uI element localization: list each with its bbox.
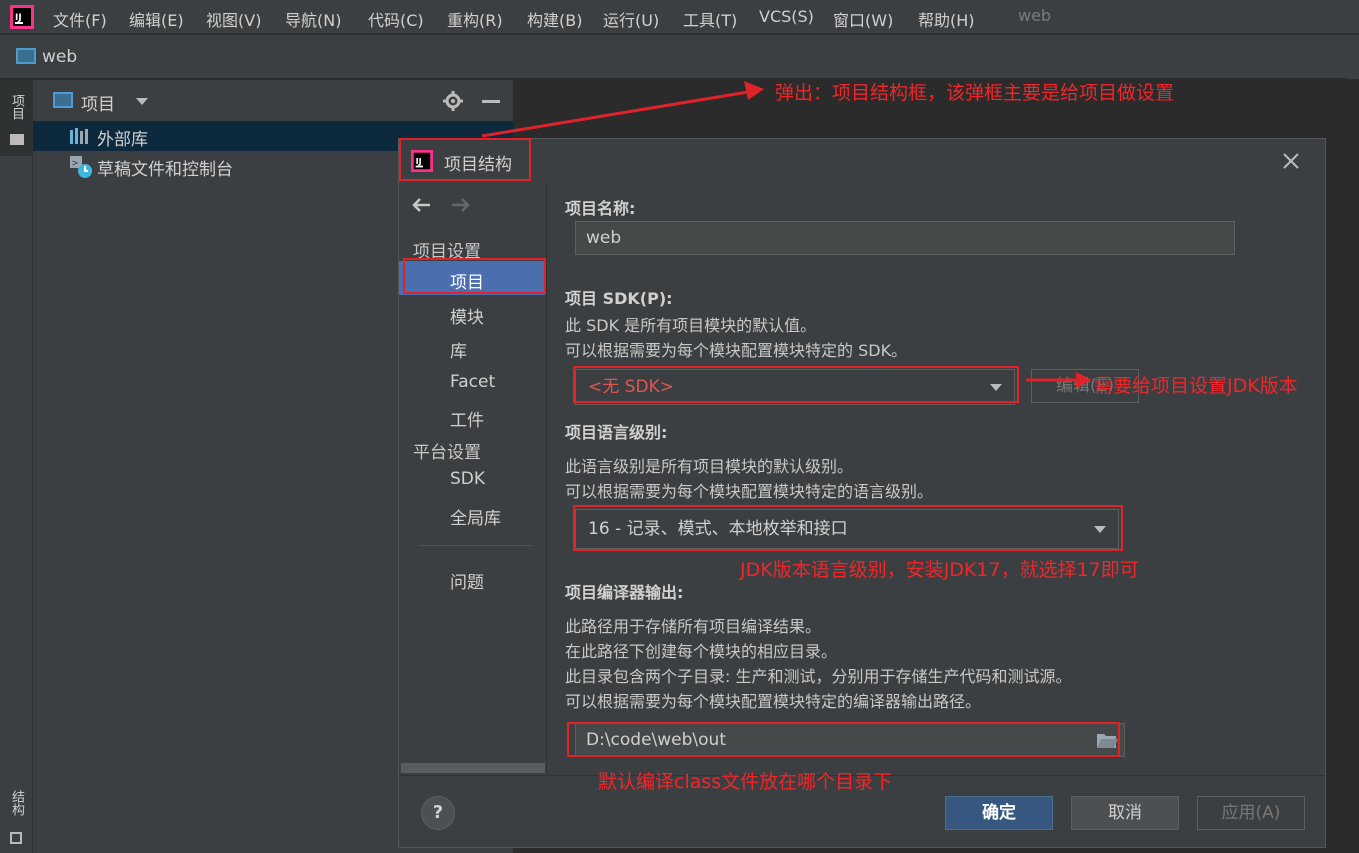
annotation-arrowhead-sdk [1076, 372, 1092, 388]
annotation-arrows [481, 81, 1092, 388]
annotation-text-output: 默认编译class文件放在哪个目录下 [598, 771, 893, 793]
annotation-text-language: JDK版本语言级别，安装JDK17，就选择17即可 [740, 559, 1139, 581]
annotation-arrowhead-popup [744, 81, 764, 100]
annotation-arrow-popup [481, 90, 749, 138]
annotation-text-sdk: 需要给项目设置JDK版本 [1094, 375, 1298, 397]
annotation-text-popup: 弹出：项目结构框，该弹框主要是给项目做设置 [775, 82, 1175, 104]
